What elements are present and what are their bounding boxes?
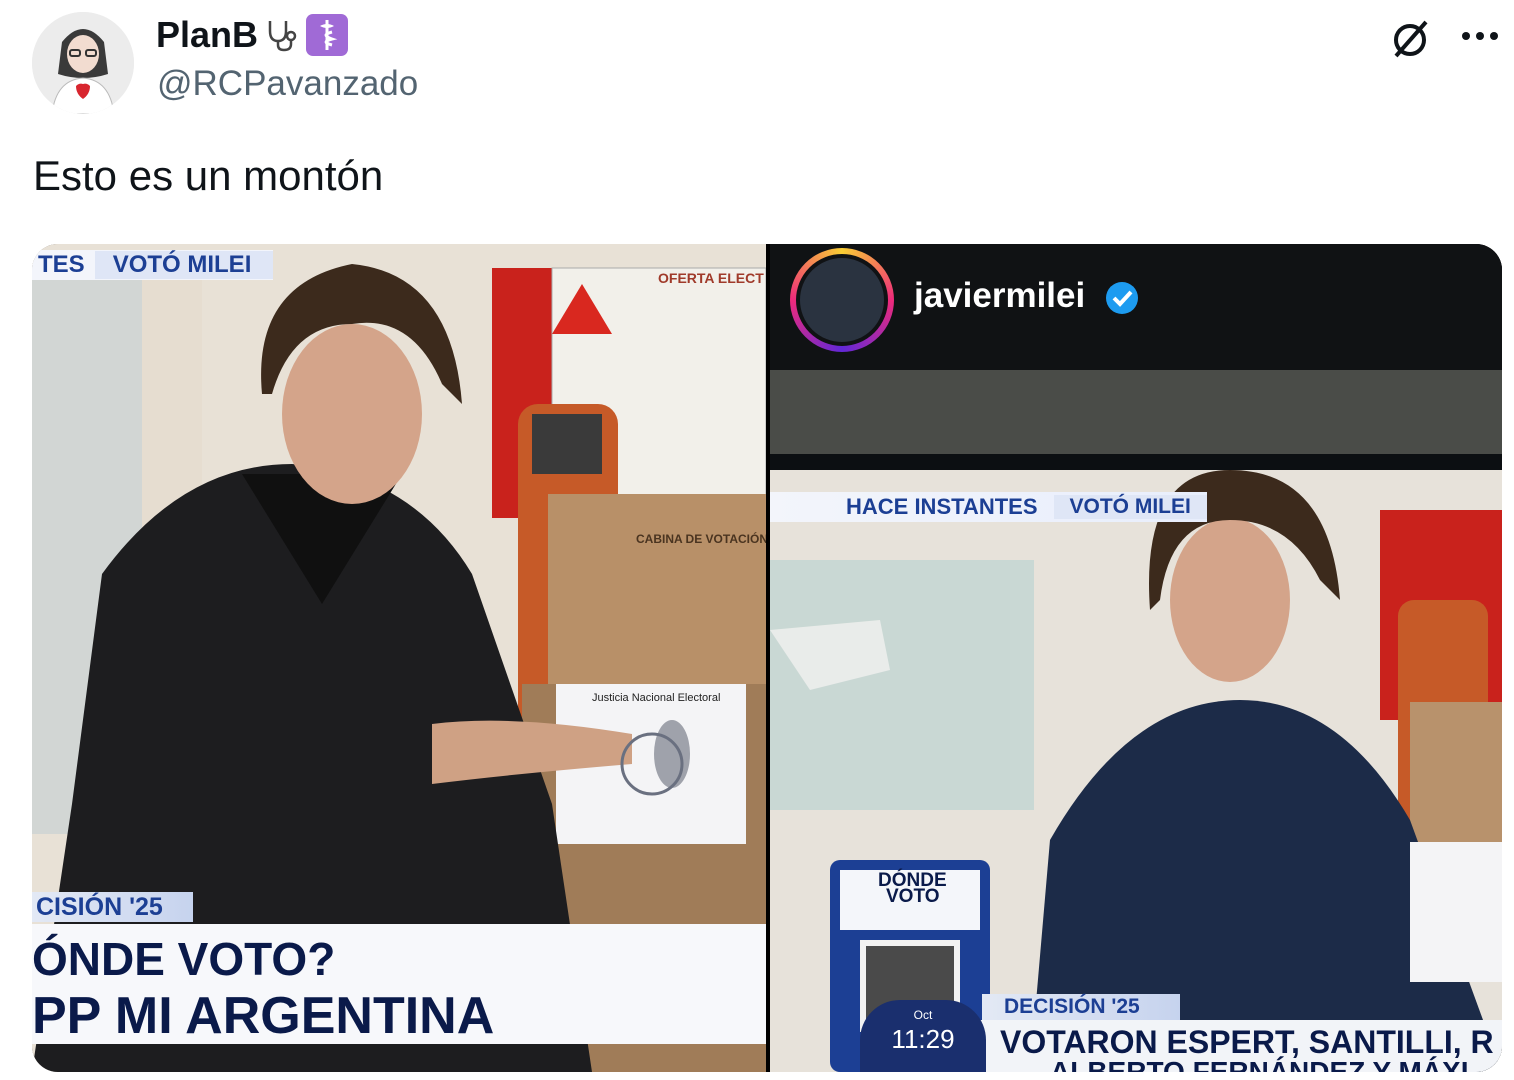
display-name[interactable]: PlanB — [156, 14, 258, 56]
medical-symbol-icon — [306, 14, 349, 56]
avatar[interactable] — [32, 12, 134, 114]
left-sign-text: OFERTA ELECT — [658, 270, 764, 286]
right-decision: DECISIÓN '25 — [1004, 995, 1140, 1018]
left-ballot-header: Justicia Nacional Electoral — [592, 692, 721, 704]
right-photo — [770, 370, 1502, 1072]
stethoscope-icon — [268, 21, 297, 52]
left-decision-tag: CISIÓN '25 — [32, 892, 193, 922]
more-icon — [1462, 32, 1498, 40]
clock-badge: Oct 11:29 — [860, 1000, 986, 1072]
media-left-image[interactable]: TES VOTÓ MILEI OFERTA ELECT CABINA DE VO… — [32, 244, 766, 1072]
tweet-text: Esto es un montón — [33, 152, 384, 199]
left-headline-2: PP MI ARGENTINA — [32, 987, 495, 1045]
tweet-media[interactable]: TES VOTÓ MILEI OFERTA ELECT CABINA DE VO… — [32, 244, 1502, 1072]
grok-icon — [1394, 20, 1428, 58]
left-headline-1: ÓNDE VOTO? — [32, 933, 336, 985]
avatar-illustration — [32, 12, 134, 114]
right-tag-left: HACE INSTANTES — [846, 494, 1038, 519]
verified-badge-icon — [1106, 282, 1138, 314]
media-right-image[interactable]: javiermilei HACE INSTANTES VOTÓ MILEI DÓ… — [770, 244, 1502, 1072]
clock-time: 11:29 — [891, 1024, 955, 1054]
instagram-header: javiermilei — [770, 244, 1502, 370]
right-tag-right: VOTÓ MILEI — [1053, 495, 1207, 519]
grok-button[interactable] — [1388, 16, 1434, 62]
clock-label: Oct — [913, 1008, 933, 1022]
more-button[interactable] — [1456, 16, 1504, 56]
left-booth-text: CABINA DE VOTACIÓN — [636, 532, 766, 546]
left-tag-left: TES — [38, 251, 85, 278]
left-tv-tag: TES VOTÓ MILEI — [32, 250, 274, 280]
instagram-avatar — [796, 254, 888, 346]
left-decision: CISIÓN '25 — [36, 892, 163, 921]
qr-label-2: VOTO — [886, 886, 940, 907]
right-decision-tag: DECISIÓN '25 — [982, 994, 1180, 1020]
left-tag-right: VOTÓ MILEI — [94, 251, 274, 279]
ticker-line-2: ALBERTO FERNÁNDEZ Y MÁXI — [1050, 1056, 1469, 1072]
instagram-account-name[interactable]: javiermilei — [914, 276, 1085, 316]
name-row: PlanB — [156, 14, 349, 56]
right-tv-tag: HACE INSTANTES VOTÓ MILEI — [770, 492, 1207, 522]
user-handle[interactable]: @RCPavanzado — [157, 64, 418, 104]
